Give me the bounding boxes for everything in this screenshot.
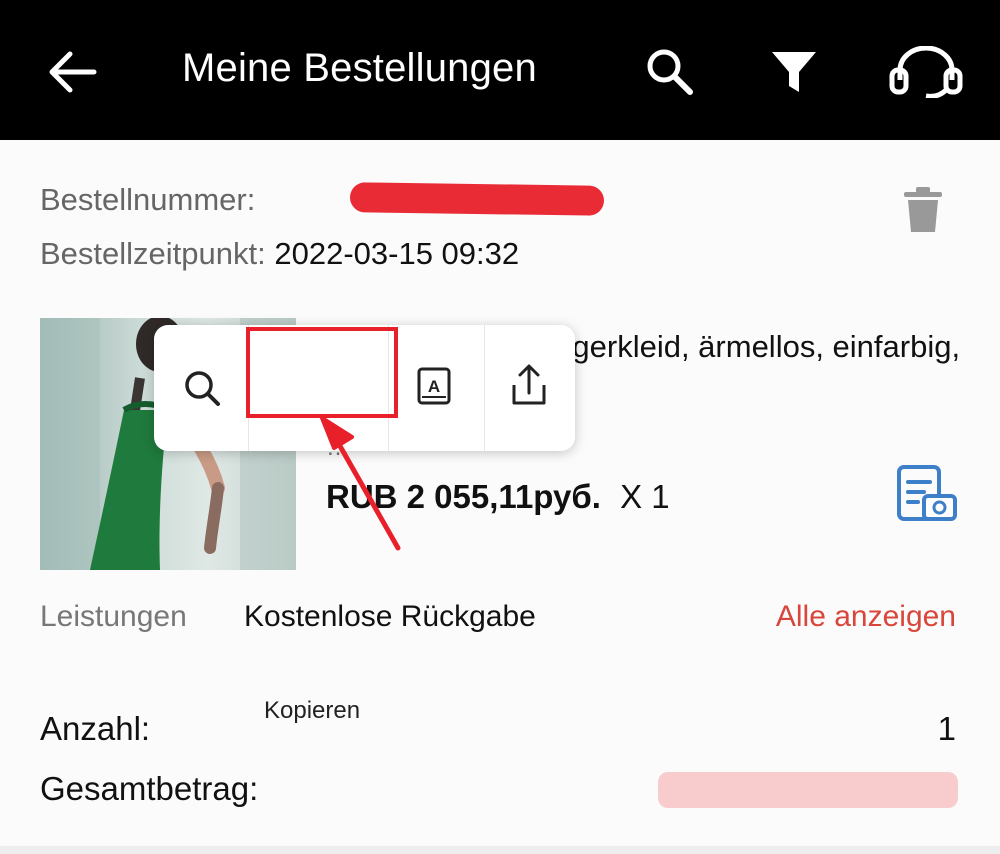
lookup-icon: A: [417, 367, 451, 405]
page-title: Meine Bestellungen: [182, 46, 537, 90]
order-time-label: Bestellzeitpunkt:: [40, 236, 266, 271]
copy-label: Kopieren: [264, 697, 361, 724]
show-all-link[interactable]: Alle anzeigen: [776, 600, 956, 634]
search-icon: [185, 371, 220, 406]
bottom-divider: [0, 846, 1000, 854]
search-icon[interactable]: [644, 46, 696, 98]
menu-search-button[interactable]: [154, 325, 248, 451]
order-number-redaction: [349, 182, 605, 216]
services-value: Kostenlose Rückgabe: [244, 600, 536, 633]
total-amount-redaction: [658, 772, 958, 808]
quantity-label: Anzahl:: [40, 710, 151, 747]
menu-lookup-button[interactable]: A: [388, 325, 484, 451]
product-quantity: X 1: [620, 478, 670, 515]
app-header: Meine Bestellungen: [0, 0, 1000, 140]
product-price-row: RUB 2 055,11руб. X 1: [326, 478, 670, 516]
total-label: Gesamtbetrag:: [40, 770, 259, 807]
share-icon: [512, 364, 546, 405]
back-arrow-icon[interactable]: [44, 44, 100, 100]
photo-review-icon[interactable]: [896, 464, 958, 522]
svg-text:A: A: [428, 377, 440, 396]
order-time-row: Bestellzeitpunkt: 2022-03-15 09:32: [40, 236, 519, 272]
trash-icon[interactable]: [902, 186, 944, 234]
order-number-row: Bestellnummer:: [40, 182, 255, 218]
menu-share-button[interactable]: [484, 325, 575, 451]
product-price: RUB 2 055,11руб.: [326, 478, 601, 515]
filter-icon[interactable]: [768, 46, 820, 98]
services-label: Leistungen: [40, 600, 187, 633]
order-time-value: 2022-03-15 09:32: [274, 236, 520, 271]
quantity-value: 1: [937, 710, 956, 747]
headset-icon[interactable]: [886, 46, 966, 98]
annotation-highlight-box: [246, 327, 398, 418]
order-number-label: Bestellnummer:: [40, 182, 256, 217]
